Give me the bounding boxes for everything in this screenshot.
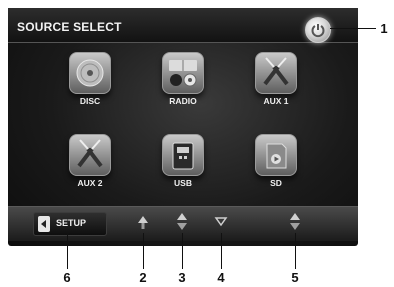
down-icon[interactable] [214,214,228,230]
source-sd[interactable]: SD [241,134,311,206]
aux-cable-icon [69,134,111,176]
eject-up-icon[interactable] [136,214,150,230]
callout-number: 6 [63,270,71,285]
source-label: RADIO [169,96,197,106]
usb-icon [162,134,204,176]
source-usb[interactable]: USB [148,134,218,206]
callout-line [67,233,68,269]
aux-cable-icon [255,52,297,94]
radio-icon [162,52,204,94]
power-icon [311,24,325,38]
callout-number: 4 [217,270,225,285]
callout-line [143,233,144,269]
source-label: DISC [79,96,101,106]
callout-line [295,233,296,269]
source-aux1[interactable]: AUX 1 [241,52,311,124]
disc-icon [69,52,111,94]
setup-button[interactable]: SETUP [33,212,107,236]
up-down-icon[interactable] [288,212,302,232]
source-radio[interactable]: RADIO [148,52,218,124]
up-down-icon[interactable] [175,212,189,232]
source-disc[interactable]: DISC [55,52,125,124]
sd-card-icon [255,134,297,176]
callout-number: 5 [291,270,299,285]
source-label: SD [270,178,282,188]
source-label: USB [174,178,192,188]
back-arrow-icon [38,216,50,232]
power-button[interactable] [305,17,331,43]
callout-line [182,233,183,269]
page-title: SOURCE SELECT [17,20,122,34]
source-select-screen: SOURCE SELECT DISC RADIO AUX 1 AUX 2 USB… [0,0,394,287]
source-label: AUX 2 [77,178,103,188]
setup-label: SETUP [56,218,87,228]
callout-number: 1 [380,21,388,36]
callout-number: 3 [178,270,186,285]
source-aux2[interactable]: AUX 2 [55,134,125,206]
callout-line [330,28,376,29]
source-label: AUX 1 [263,96,289,106]
callout-line [221,233,222,269]
callout-number: 2 [139,270,147,285]
